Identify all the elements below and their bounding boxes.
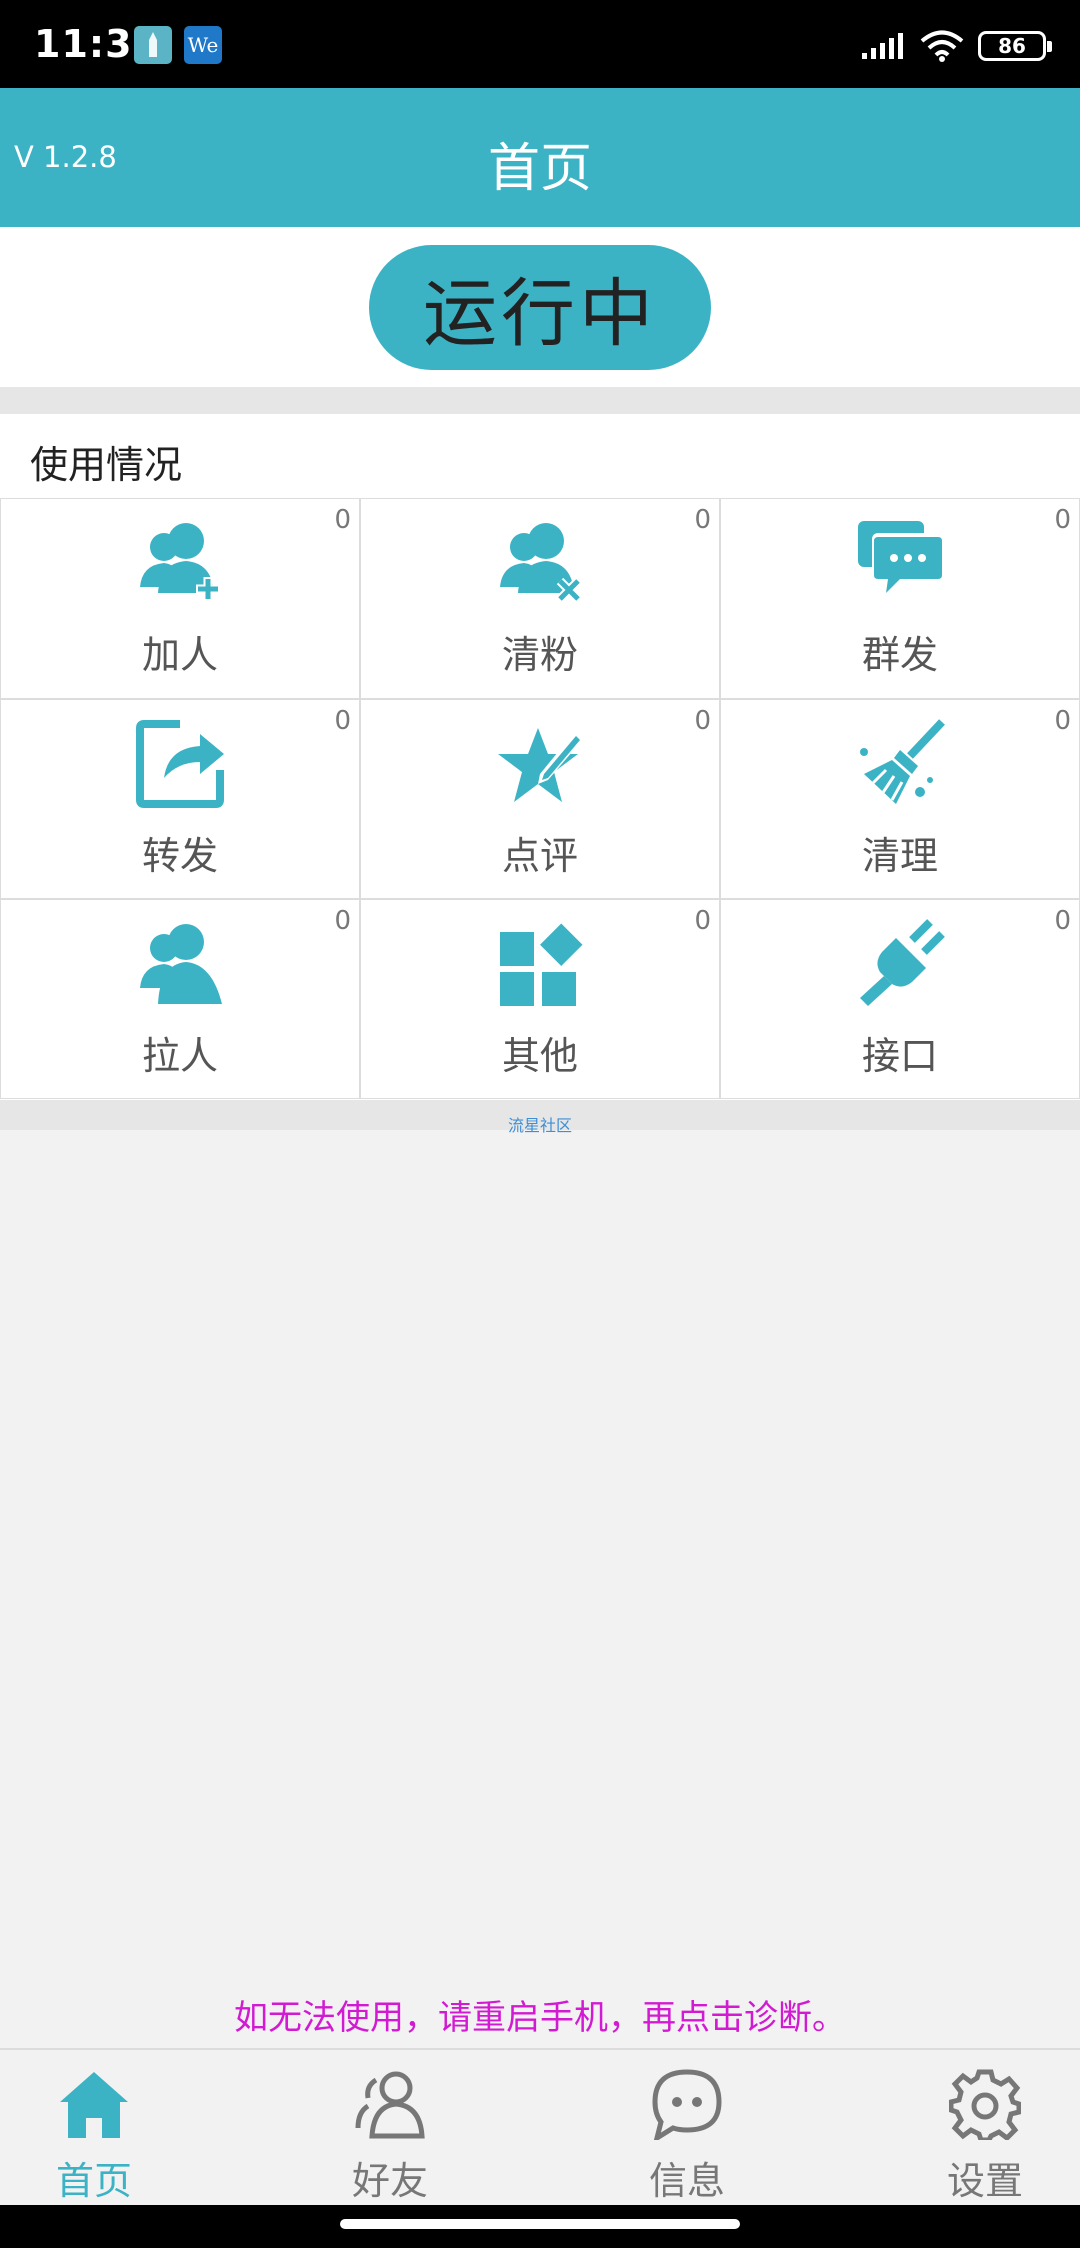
home-icon — [60, 2072, 128, 2138]
nav-label: 首页 — [55, 2159, 132, 2203]
we-app-notification-icon: We — [184, 26, 222, 64]
app-bar: V 1.2.8 首页 — [0, 88, 1080, 227]
run-section: 运行中 — [0, 227, 1080, 387]
usage-count: 0 — [694, 906, 711, 936]
community-link[interactable]: 流星社区 — [0, 1112, 1080, 1136]
usage-label: 拉人 — [141, 1034, 218, 1078]
friends-icon — [355, 2071, 425, 2139]
chat-bubbles-icon — [858, 521, 944, 593]
page-title: 首页 — [487, 139, 592, 199]
usage-count: 0 — [334, 505, 351, 535]
bottom-nav: 首页 好友 信息 设置 — [0, 2048, 1080, 2205]
app-notification-icon — [134, 26, 172, 64]
wifi-icon — [920, 30, 964, 62]
usage-item-pull-people[interactable]: 0 拉人 — [0, 899, 360, 1099]
nav-label: 信息 — [648, 2159, 725, 2203]
usage-section: 使用情况 0 加人 0 清粉 0 群发 0 转发 0 点评 0 清理 0 拉人 … — [0, 414, 1080, 1100]
nav-settings[interactable]: 设置 — [925, 2068, 1045, 2203]
battery-indicator: 86 — [978, 31, 1052, 61]
gesture-bar — [0, 2205, 1080, 2248]
usage-item-clear-fans[interactable]: 0 清粉 — [360, 498, 720, 699]
add-user-icon — [140, 523, 220, 601]
nav-label: 设置 — [946, 2159, 1023, 2203]
usage-label: 清理 — [861, 834, 938, 878]
star-pen-icon — [498, 728, 584, 802]
nav-home[interactable]: 首页 — [34, 2068, 154, 2203]
usage-label: 接口 — [861, 1034, 938, 1078]
usage-item-interface[interactable]: 0 接口 — [720, 899, 1080, 1099]
usage-count: 0 — [694, 505, 711, 535]
notice-text: 如无法使用，请重启手机，再点击诊断。 — [234, 1998, 846, 2038]
usage-title: 使用情况 — [30, 443, 183, 487]
status-indicators: 86 — [862, 26, 1052, 66]
usage-grid: 0 加人 0 清粉 0 群发 0 转发 0 点评 0 清理 0 拉人 0 其他 … — [0, 498, 1080, 1099]
usage-count: 0 — [1054, 505, 1071, 535]
usage-label: 点评 — [501, 834, 578, 878]
plug-icon — [860, 919, 945, 1006]
section-divider — [0, 387, 1080, 414]
nav-messages[interactable]: 信息 — [627, 2068, 747, 2203]
signal-icon — [862, 33, 903, 59]
usage-item-cleanup[interactable]: 0 清理 — [720, 699, 1080, 899]
usage-item-forward[interactable]: 0 转发 — [0, 699, 360, 899]
usage-label: 群发 — [861, 633, 938, 677]
usage-label: 清粉 — [501, 633, 578, 677]
usage-item-mass-send[interactable]: 0 群发 — [720, 498, 1080, 699]
usage-count: 0 — [1054, 706, 1071, 736]
home-indicator[interactable] — [340, 2219, 740, 2229]
usage-item-other[interactable]: 0 其他 — [360, 899, 720, 1099]
running-status-button[interactable]: 运行中 — [369, 245, 711, 370]
nav-friends[interactable]: 好友 — [330, 2068, 450, 2203]
usage-item-review[interactable]: 0 点评 — [360, 699, 720, 899]
usage-count: 0 — [334, 906, 351, 936]
usage-item-add-friends[interactable]: 0 加人 — [0, 498, 360, 699]
usage-label: 加人 — [141, 633, 218, 677]
usage-count: 0 — [694, 706, 711, 736]
remove-user-icon — [500, 523, 582, 603]
status-bar: 11:38 We 86 — [0, 0, 1080, 88]
users-icon — [140, 924, 222, 1004]
usage-label: 转发 — [141, 834, 218, 878]
apps-icon — [500, 923, 583, 1006]
usage-count: 0 — [334, 706, 351, 736]
nav-label: 好友 — [351, 2159, 428, 2203]
usage-count: 0 — [1054, 906, 1071, 936]
broom-icon — [860, 719, 945, 804]
message-icon — [652, 2069, 722, 2140]
settings-icon — [949, 2069, 1021, 2140]
usage-label: 其他 — [501, 1034, 578, 1078]
share-icon — [136, 720, 224, 808]
